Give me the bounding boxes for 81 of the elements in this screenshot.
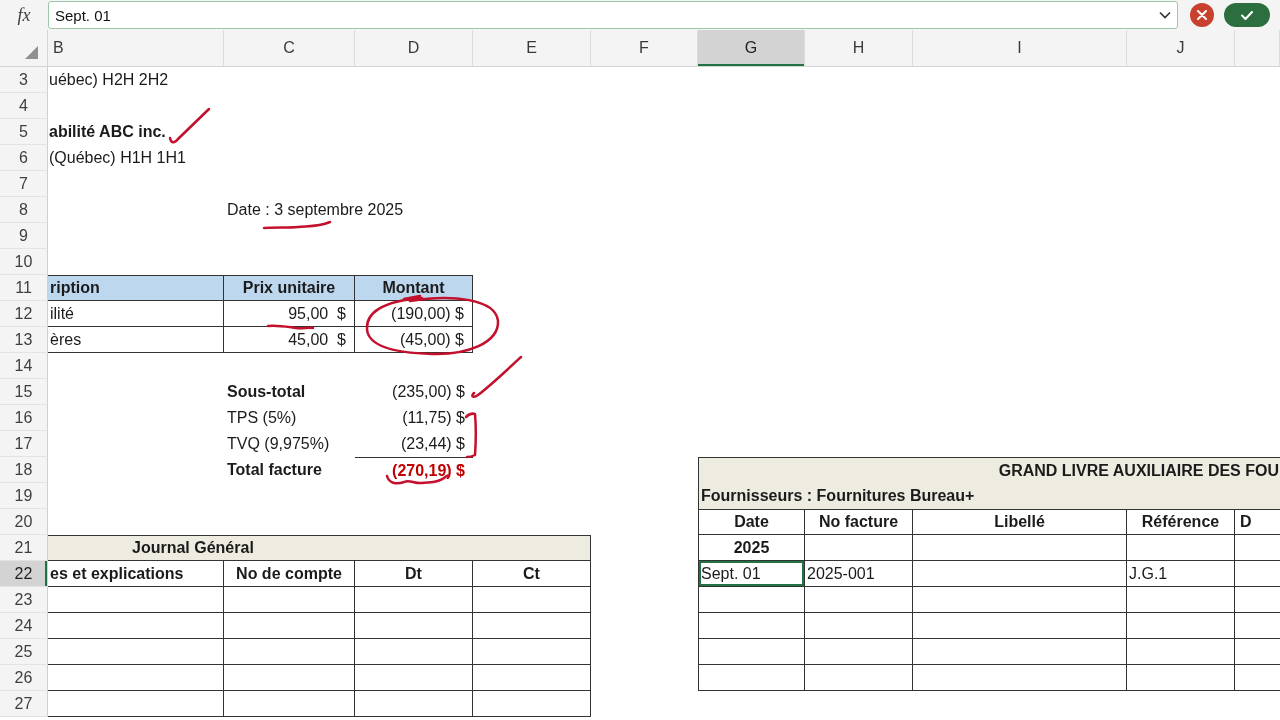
invoice-date: Date : 3 septembre 2025: [226, 200, 404, 220]
sheet-row-header[interactable]: 25: [0, 639, 48, 665]
sheet-column-header[interactable]: H: [805, 30, 913, 66]
sheet-row-header[interactable]: 14: [0, 353, 48, 379]
total-label: TVQ (9,975%): [226, 434, 330, 454]
journal-title: Journal Général: [48, 535, 591, 561]
table-cell: (190,00) $: [355, 301, 473, 327]
table-cell: 2025-001: [805, 561, 913, 587]
total-amount: (11,75) $: [401, 408, 466, 428]
table-cell: J.G.1: [1127, 561, 1235, 587]
sheet-row-header[interactable]: 13: [0, 327, 48, 353]
table-cell: 95,00 $: [224, 301, 355, 327]
sheet-row-header[interactable]: 12: [0, 301, 48, 327]
handwritten-bracket: [463, 409, 479, 461]
table-header: Date: [698, 509, 805, 535]
sheet-row-header[interactable]: 27: [0, 691, 48, 717]
sheet-row-header[interactable]: 7: [0, 171, 48, 197]
table-cell: Sept. 01: [698, 561, 805, 587]
sheet-column-header[interactable]: I: [913, 30, 1127, 66]
table-header: Référence: [1127, 509, 1235, 535]
ledger-title: GRAND LIVRE AUXILIAIRE DES FOU: [998, 461, 1280, 480]
table-header: Libellé: [913, 509, 1127, 535]
checkmark-icon: [1241, 10, 1253, 20]
table-header: Dt: [355, 561, 473, 587]
total-label: Sous-total: [226, 382, 306, 402]
sheet-row-header[interactable]: 21: [0, 535, 48, 561]
confirm-button[interactable]: [1224, 3, 1270, 27]
total-label: Total facture: [226, 460, 322, 480]
sheet-row-header[interactable]: 17: [0, 431, 48, 457]
sheet-row-header[interactable]: 23: [0, 587, 48, 613]
sheet-row-header[interactable]: 15: [0, 379, 48, 405]
table-cell: ilité: [48, 301, 224, 327]
insert-function-button[interactable]: fx: [0, 1, 48, 29]
sheet-column-header[interactable]: C: [224, 30, 355, 66]
table-cell: 2025: [698, 535, 805, 561]
handwritten-underline: [262, 219, 334, 231]
table-header: Prix unitaire: [224, 275, 355, 301]
table-header: D: [1235, 509, 1280, 535]
sheet-row-header[interactable]: 16: [0, 405, 48, 431]
table-header: No de compte: [224, 561, 355, 587]
table-header: es et explications: [48, 561, 224, 587]
table-header: ription: [48, 275, 224, 301]
table-cell: ères: [48, 327, 224, 353]
address-line: (Québec) H1H 1H1: [48, 148, 186, 168]
total-amount: (270,19) $: [355, 457, 473, 483]
table-cell: (45,00) $: [355, 327, 473, 353]
total-amount: (23,44) $: [399, 434, 466, 454]
company-name: abilité ABC inc.: [48, 122, 166, 142]
chevron-down-icon: [1159, 11, 1171, 19]
sheet-row-header[interactable]: 6: [0, 145, 48, 171]
sheet-column-header[interactable]: G: [698, 30, 805, 66]
sheet-column-header[interactable]: J: [1127, 30, 1235, 66]
address-line: uébec) H2H 2H2: [48, 70, 169, 90]
sheet-row-header[interactable]: 22: [0, 561, 48, 587]
sheet-row-header[interactable]: 11: [0, 275, 48, 301]
table-cell: 45,00 $: [224, 327, 355, 353]
sheet-row-header[interactable]: 5: [0, 119, 48, 145]
sheet-row-header[interactable]: 10: [0, 249, 48, 275]
total-label: TPS (5%): [226, 408, 297, 428]
sheet-row-header[interactable]: 26: [0, 665, 48, 691]
formula-field[interactable]: Sept. 01: [48, 1, 1178, 29]
cancel-button[interactable]: [1190, 3, 1214, 27]
table-header: Ct: [473, 561, 591, 587]
handwritten-underline: [266, 322, 316, 332]
sheet-row-header[interactable]: 3: [0, 67, 48, 93]
sheet-row-header[interactable]: 18: [0, 457, 48, 483]
sheet-row-header[interactable]: 19: [0, 483, 48, 509]
sheet-row-header[interactable]: 9: [0, 223, 48, 249]
sheet-row-header[interactable]: 20: [0, 509, 48, 535]
close-icon: [1197, 10, 1207, 20]
sheet-column-header[interactable]: B: [48, 30, 224, 66]
total-amount: (235,00) $: [391, 382, 466, 402]
sheet-column-header[interactable]: D: [355, 30, 473, 66]
select-all-icon[interactable]: [25, 46, 38, 59]
table-header: No facture: [805, 509, 913, 535]
supplier-label: Fournisseurs : Fournitures Bureau+: [700, 487, 975, 506]
sheet-row-header[interactable]: 8: [0, 197, 48, 223]
sheet-row-header[interactable]: 4: [0, 93, 48, 119]
sheet-row-header[interactable]: 24: [0, 613, 48, 639]
sheet-column-header[interactable]: E: [473, 30, 591, 66]
table-header: Montant: [355, 275, 473, 301]
